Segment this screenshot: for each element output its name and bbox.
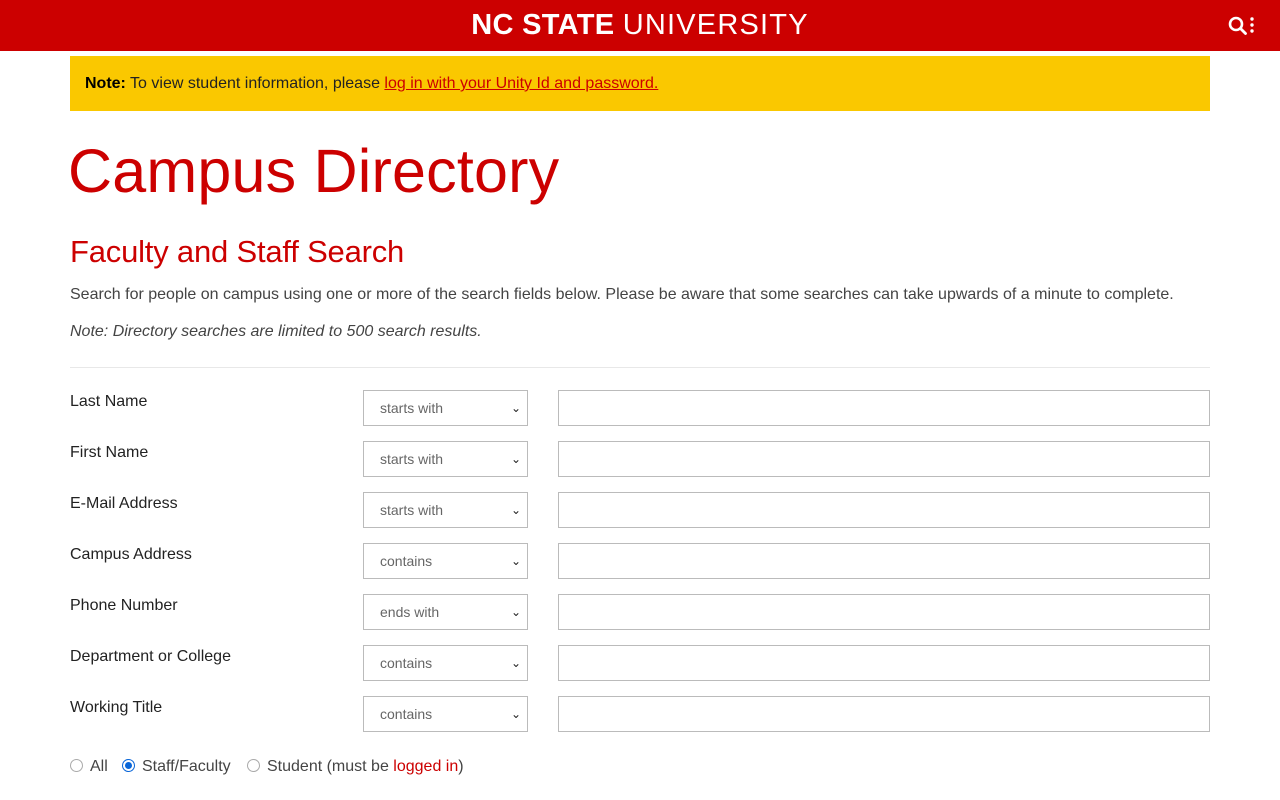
last-name-input[interactable] xyxy=(558,390,1210,426)
match-value: starts with xyxy=(380,400,444,416)
match-select[interactable]: contains ⌄ xyxy=(363,543,528,579)
chevron-down-icon: ⌄ xyxy=(510,503,521,517)
university-logo[interactable]: NC STATE UNIVERSITY xyxy=(0,9,1280,41)
login-link[interactable]: log in with your Unity Id and password. xyxy=(384,75,658,92)
radio-student[interactable] xyxy=(247,759,260,772)
login-notice-banner: Note: To view student information, pleas… xyxy=(70,56,1210,111)
radio-label: All xyxy=(90,758,108,775)
first-name-input[interactable] xyxy=(558,441,1210,477)
chevron-down-icon: ⌄ xyxy=(510,707,521,721)
match-select[interactable]: ends with ⌄ xyxy=(363,594,528,630)
radio-staff-faculty[interactable] xyxy=(122,759,135,772)
match-select[interactable]: contains ⌄ xyxy=(363,645,528,681)
notice-text: To view student information, please xyxy=(130,75,380,92)
radio-label: Staff/Faculty xyxy=(142,758,231,775)
logged-in-link[interactable]: logged in xyxy=(393,758,458,775)
field-label: Working Title xyxy=(70,699,163,716)
campus-address-input[interactable] xyxy=(558,543,1210,579)
field-label: Department or College xyxy=(70,648,231,665)
section-title: Faculty and Staff Search xyxy=(70,234,405,269)
match-value: starts with xyxy=(380,502,444,518)
field-label: Phone Number xyxy=(70,597,178,614)
chevron-down-icon: ⌄ xyxy=(510,452,521,466)
field-row-last-name: Last Name starts with ⌄ xyxy=(70,390,1210,426)
field-label: First Name xyxy=(70,444,149,461)
match-select[interactable]: contains ⌄ xyxy=(363,696,528,732)
page-title: Campus Directory xyxy=(68,137,560,205)
field-label: Campus Address xyxy=(70,546,192,563)
field-row-campus-address: Campus Address contains ⌄ xyxy=(70,543,1210,579)
intro-text: Search for people on campus using one or… xyxy=(70,286,1174,303)
field-label: Last Name xyxy=(70,393,148,410)
phone-input[interactable] xyxy=(558,594,1210,630)
chevron-down-icon: ⌄ xyxy=(510,605,521,619)
radio-label-group: Student (must be logged in) xyxy=(267,756,464,778)
field-label: E-Mail Address xyxy=(70,495,178,512)
match-value: contains xyxy=(380,553,433,569)
radio-label: Student (must be xyxy=(267,758,394,775)
radio-label-suffix: ) xyxy=(458,758,464,775)
brand-bold: NC STATE xyxy=(471,9,615,41)
radio-all[interactable] xyxy=(70,759,83,772)
match-select[interactable]: starts with ⌄ xyxy=(363,390,528,426)
department-input[interactable] xyxy=(558,645,1210,681)
email-input[interactable] xyxy=(558,492,1210,528)
chevron-down-icon: ⌄ xyxy=(510,401,521,415)
field-row-first-name: First Name starts with ⌄ xyxy=(70,441,1210,477)
brand-light: UNIVERSITY xyxy=(622,9,809,41)
chevron-down-icon: ⌄ xyxy=(510,656,521,670)
site-header: NC STATE UNIVERSITY xyxy=(0,0,1280,51)
match-select[interactable]: starts with ⌄ xyxy=(363,492,528,528)
match-value: ends with xyxy=(380,604,440,620)
field-row-phone: Phone Number ends with ⌄ xyxy=(70,594,1210,630)
working-title-input[interactable] xyxy=(558,696,1210,732)
match-value: contains xyxy=(380,655,433,671)
match-select[interactable]: starts with ⌄ xyxy=(363,441,528,477)
search-menu-icon[interactable] xyxy=(1226,12,1260,38)
field-row-department: Department or College contains ⌄ xyxy=(70,645,1210,681)
field-row-working-title: Working Title contains ⌄ xyxy=(70,696,1210,732)
notice-label: Note: xyxy=(85,75,126,92)
divider xyxy=(70,367,1210,368)
match-value: starts with xyxy=(380,451,444,467)
chevron-down-icon: ⌄ xyxy=(510,554,521,568)
field-row-email: E-Mail Address starts with ⌄ xyxy=(70,492,1210,528)
limit-note: Note: Directory searches are limited to … xyxy=(70,323,482,340)
match-value: contains xyxy=(380,706,433,722)
